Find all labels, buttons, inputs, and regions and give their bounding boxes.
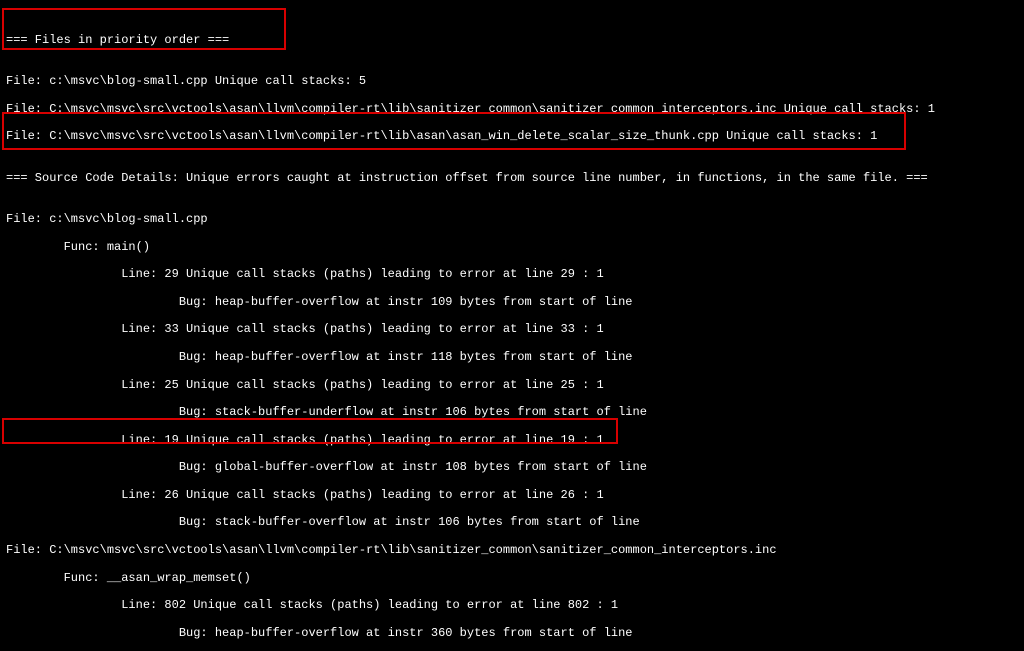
section-header-files-priority: === Files in priority order === xyxy=(6,34,1018,48)
detail-line: Line: 802 Unique call stacks (paths) lea… xyxy=(6,599,1018,613)
file-priority-line: File: C:\msvc\msvc\src\vctools\asan\llvm… xyxy=(6,130,1018,144)
detail-line: Func: main() xyxy=(6,241,1018,255)
file-priority-line: File: C:\msvc\msvc\src\vctools\asan\llvm… xyxy=(6,103,1018,117)
detail-line: Bug: stack-buffer-underflow at instr 106… xyxy=(6,406,1018,420)
terminal-output: === Files in priority order === File: c:… xyxy=(0,0,1024,651)
detail-line: File: c:\msvc\blog-small.cpp xyxy=(6,213,1018,227)
detail-line: File: C:\msvc\msvc\src\vctools\asan\llvm… xyxy=(6,544,1018,558)
detail-line: Line: 26 Unique call stacks (paths) lead… xyxy=(6,489,1018,503)
detail-line: Bug: heap-buffer-overflow at instr 360 b… xyxy=(6,627,1018,641)
file-priority-line: File: c:\msvc\blog-small.cpp Unique call… xyxy=(6,75,1018,89)
detail-line: Bug: heap-buffer-overflow at instr 118 b… xyxy=(6,351,1018,365)
detail-line: Bug: heap-buffer-overflow at instr 109 b… xyxy=(6,296,1018,310)
detail-line: Bug: stack-buffer-overflow at instr 106 … xyxy=(6,516,1018,530)
detail-line: Line: 33 Unique call stacks (paths) lead… xyxy=(6,323,1018,337)
section-header-source-details: === Source Code Details: Unique errors c… xyxy=(6,172,1018,186)
detail-line: Line: 29 Unique call stacks (paths) lead… xyxy=(6,268,1018,282)
detail-line: Func: __asan_wrap_memset() xyxy=(6,572,1018,586)
detail-line: Line: 25 Unique call stacks (paths) lead… xyxy=(6,379,1018,393)
detail-line: Line: 19 Unique call stacks (paths) lead… xyxy=(6,434,1018,448)
detail-line: Bug: global-buffer-overflow at instr 108… xyxy=(6,461,1018,475)
